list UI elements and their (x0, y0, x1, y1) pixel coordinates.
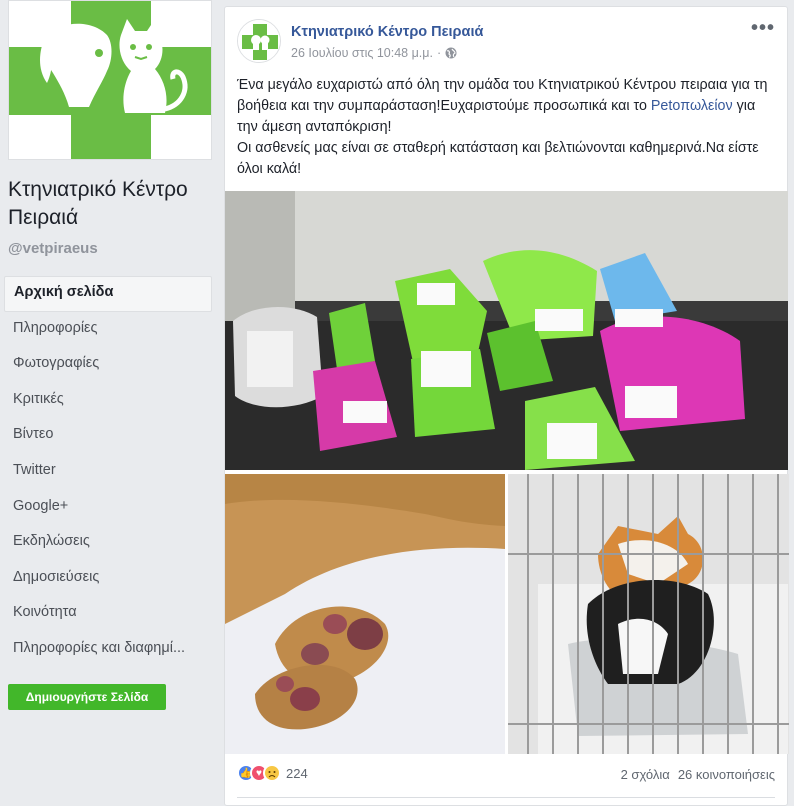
page-nav: Αρχική σελίδα Πληροφορίες Φωτογραφίες Κρ… (4, 276, 212, 668)
donation-bags-image (225, 191, 788, 470)
vet-logo-icon (238, 20, 280, 62)
post-text: Ένα μεγάλο ευχαριστώ από όλη την ομάδα τ… (237, 75, 777, 180)
nav-item-about[interactable]: Πληροφορίες (4, 312, 212, 348)
post-meta: 26 Ιουλίου στις 10:48 μ.μ. · (291, 46, 457, 60)
post-author[interactable]: Κτηνιατρικό Κέντρο Πειραιά (291, 24, 483, 40)
sad-face-icon (268, 771, 276, 778)
nav-item-posts[interactable]: Δημοσιεύσεις (4, 561, 212, 597)
post-stats: 2 σχόλια 26 κοινοποιήσεις (621, 767, 775, 782)
post-card: Κτηνιατρικό Κέντρο Πειραιά 26 Ιουλίου στ… (224, 6, 789, 806)
meta-separator: · (436, 46, 442, 60)
petshop-link[interactable]: Petoπωλείον (651, 98, 733, 114)
nav-item-twitter[interactable]: Twitter (4, 454, 212, 490)
more-options-icon[interactable]: ••• (751, 17, 775, 40)
kittens-cage-image (508, 474, 789, 754)
nav-item-googleplus[interactable]: Google+ (4, 490, 212, 526)
vet-logo-icon (9, 1, 211, 159)
post-text-paragraph: Ένα μεγάλο ευχαριστώ από όλη την ομάδα τ… (237, 75, 777, 138)
profile-picture[interactable] (8, 0, 212, 160)
reactions-summary[interactable]: 👍 ♥ 224 (237, 764, 308, 782)
post-photo-paws[interactable] (225, 474, 505, 754)
nav-item-home[interactable]: Αρχική σελίδα (4, 276, 212, 312)
create-page-button[interactable]: Δημιουργήστε Σελίδα (8, 684, 166, 710)
left-sidebar: Κτηνιατρικό Κέντρο Πειραιά @vetpiraeus Α… (0, 0, 216, 806)
page-handle[interactable]: @vetpiraeus (8, 240, 98, 257)
cat-paws-image (225, 474, 505, 754)
divider (237, 797, 775, 798)
reactions-count[interactable]: 224 (286, 766, 308, 781)
globe-icon[interactable] (445, 47, 457, 59)
nav-item-videos[interactable]: Βίντεο (4, 418, 212, 454)
sad-reaction-icon (263, 764, 281, 782)
nav-item-community[interactable]: Κοινότητα (4, 596, 212, 632)
shares-count[interactable]: 26 κοινοποιήσεις (678, 767, 775, 782)
nav-item-reviews[interactable]: Κριτικές (4, 383, 212, 419)
post-text-paragraph: Οι ασθενείς μας είναι σε σταθερή κατάστα… (237, 140, 759, 177)
author-avatar[interactable] (237, 19, 281, 63)
nav-item-info-ads[interactable]: Πληροφορίες και διαφημί... (4, 632, 212, 668)
post-photo-kittens[interactable] (508, 474, 789, 754)
page-title[interactable]: Κτηνιατρικό Κέντρο Πειραιά (8, 176, 213, 232)
post-photo-donations[interactable] (225, 191, 788, 470)
post-timestamp[interactable]: 26 Ιουλίου στις 10:48 μ.μ. (291, 46, 433, 60)
comments-count[interactable]: 2 σχόλια (621, 767, 670, 782)
nav-item-photos[interactable]: Φωτογραφίες (4, 347, 212, 383)
nav-item-events[interactable]: Εκδηλώσεις (4, 525, 212, 561)
